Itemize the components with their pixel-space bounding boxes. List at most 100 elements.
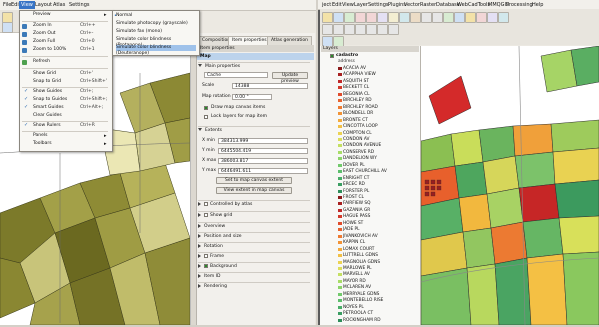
menu-settings[interactable]: Settings: [67, 1, 92, 9]
menu-item-show-rulers[interactable]: Show Rulers: [33, 122, 119, 130]
legend-item[interactable]: CONSERVE RD: [343, 150, 374, 155]
paste-icon[interactable]: [388, 24, 399, 35]
ymin-input[interactable]: 6445504.419: [218, 148, 308, 154]
legend-item[interactable]: HAGUE PASS: [343, 214, 370, 219]
menu-atlas[interactable]: Atlas: [51, 1, 67, 9]
zoom-in-icon[interactable]: [355, 12, 366, 23]
measure-icon[interactable]: [399, 12, 410, 23]
label-icon[interactable]: [410, 12, 421, 23]
new-project-icon[interactable]: [322, 12, 333, 23]
legend-item[interactable]: MAYOR RD: [343, 279, 366, 284]
legend-item[interactable]: KAPPIN CL: [343, 240, 365, 245]
extents-section[interactable]: Extents: [198, 126, 310, 134]
menu-item-show-guides[interactable]: Show Guides: [33, 88, 119, 96]
qgis-map-canvas[interactable]: [420, 45, 599, 326]
legend-item[interactable]: ASQUITH ST: [343, 79, 369, 84]
grid-checkbox[interactable]: [204, 212, 208, 217]
delete-feature-icon[interactable]: [355, 24, 366, 35]
update-preview-button[interactable]: Update preview: [272, 72, 308, 84]
view-extent-button[interactable]: View extent in map canvas: [216, 187, 292, 194]
legend-item[interactable]: BLONDELL DR: [343, 111, 373, 116]
legend-item[interactable]: FAIRFIEW SQ: [343, 201, 370, 206]
tab-item-properties[interactable]: Item properties: [228, 36, 271, 45]
show-grid-section[interactable]: Show grid: [198, 211, 310, 219]
item-id-section[interactable]: Item ID: [198, 272, 310, 280]
menu-help[interactable]: Help: [530, 1, 545, 9]
legend-item[interactable]: JIVANKOVICH AV: [343, 234, 378, 239]
legend-item[interactable]: COMPTON CL: [343, 131, 372, 136]
legend-item[interactable]: HOWE ST: [343, 221, 363, 226]
frame-section[interactable]: Frame: [198, 252, 310, 260]
legend-item[interactable]: LOMAX COURT: [343, 247, 374, 252]
menu-item-zoom-out[interactable]: Zoom Out: [33, 30, 119, 38]
menu-item-zoom-in[interactable]: Zoom In: [33, 22, 119, 30]
legend-item[interactable]: BIRCHLEY RD: [343, 98, 372, 103]
layer-name-cadastro[interactable]: cadastro: [336, 53, 358, 58]
rotation-section[interactable]: Rotation: [198, 242, 310, 250]
legend-item[interactable]: PETROOLA CT: [343, 311, 373, 316]
preview-protanope[interactable]: Simulate color blindness (Protanope): [116, 37, 196, 48]
legend-item[interactable]: DANDELION WY: [343, 156, 377, 161]
menu-item-clear-guides[interactable]: Clear Guides: [33, 112, 119, 120]
controlled-by-atlas-section[interactable]: Controlled by atlas: [198, 200, 310, 208]
preview-normal[interactable]: Normal: [116, 13, 196, 19]
main-properties-section[interactable]: Main properties: [198, 62, 310, 70]
menu-item-refresh[interactable]: Refresh: [33, 58, 119, 66]
set-to-canvas-extent-button[interactable]: Set to map canvas extent: [216, 177, 292, 184]
legend-item[interactable]: MARVELL AV: [343, 272, 370, 277]
legend-item[interactable]: BEGONIA CL: [343, 92, 370, 97]
scale-input[interactable]: 14388: [232, 83, 308, 89]
legend-item[interactable]: DOVER PL: [343, 163, 365, 168]
background-section[interactable]: Background: [198, 262, 310, 270]
identify-icon[interactable]: [377, 12, 388, 23]
add-vector-icon[interactable]: [443, 12, 454, 23]
preview-fax[interactable]: Simulate fax (mono): [116, 29, 196, 35]
copy-icon[interactable]: [377, 24, 388, 35]
add-postgis-icon[interactable]: [465, 12, 476, 23]
legend-item[interactable]: MERRYALE GDNS: [343, 292, 379, 297]
legend-item[interactable]: ENRIGHT CT: [343, 176, 369, 181]
menu-item-show-grid[interactable]: Show Grid: [33, 70, 119, 78]
field-calculator-icon[interactable]: [432, 12, 443, 23]
overview-section[interactable]: Overview: [198, 222, 310, 230]
preview-deuteranope[interactable]: Simulate color blindness (Deuteranope): [116, 45, 196, 56]
preview-photocopy[interactable]: Simulate photocopy (grayscale): [116, 21, 196, 27]
legend-item[interactable]: BECKETT CL: [343, 85, 369, 90]
legend-item[interactable]: CONDON AVENUE: [343, 143, 381, 148]
draw-canvas-items-checkbox[interactable]: [204, 106, 208, 110]
legend-item[interactable]: CINCOTTA LOOP: [343, 124, 378, 129]
python-icon[interactable]: [498, 12, 509, 23]
legend-item[interactable]: ACAPPHA VIEW: [343, 72, 376, 77]
legend-item[interactable]: MARLOWE PL: [343, 266, 372, 271]
add-feature-icon[interactable]: [333, 24, 344, 35]
ymax-input[interactable]: 6446491.611: [218, 168, 308, 174]
legend-item[interactable]: BIRCHLEY ROAD: [343, 105, 378, 110]
composer-manager-icon[interactable]: [487, 12, 498, 23]
cut-icon[interactable]: [366, 24, 377, 35]
atlas-checkbox[interactable]: [204, 201, 208, 206]
lock-layers-checkbox[interactable]: [204, 115, 208, 119]
legend-item[interactable]: ERCEC RD: [343, 182, 365, 187]
background-checkbox[interactable]: [204, 263, 208, 268]
attribute-table-icon[interactable]: [421, 12, 432, 23]
add-raster-icon[interactable]: [454, 12, 465, 23]
legend-item[interactable]: FROST CL: [343, 195, 364, 200]
menu-item-smart-guides[interactable]: Smart Guides: [33, 104, 119, 112]
pan-map-icon[interactable]: [344, 12, 355, 23]
legend-item[interactable]: FORSTER PL: [343, 189, 369, 194]
menu-item-zoom-full[interactable]: Zoom Full: [33, 38, 119, 46]
menu-item-zoom-100[interactable]: Zoom to 100%: [33, 46, 119, 54]
rotation-input[interactable]: 0.00 °: [232, 94, 272, 100]
legend-item[interactable]: JADE PL: [343, 227, 360, 232]
legend-item[interactable]: MAGNOLIA GDNS: [343, 260, 380, 265]
select-feature-icon[interactable]: [388, 12, 399, 23]
legend-item[interactable]: LUTTRELL GDNS: [343, 253, 378, 258]
legend-item[interactable]: MONTEBELLO RISE: [343, 298, 383, 303]
toggle-edit-icon[interactable]: [322, 24, 333, 35]
tab-atlas-generation[interactable]: Atlas generation: [267, 36, 313, 45]
position-size-section[interactable]: Position and size: [198, 232, 310, 240]
legend-item[interactable]: CONDON AV: [343, 137, 369, 142]
legend-item[interactable]: ACACIA AV: [343, 66, 366, 71]
legend-item[interactable]: MCLAREN AV: [343, 285, 371, 290]
node-tool-icon[interactable]: [344, 24, 355, 35]
